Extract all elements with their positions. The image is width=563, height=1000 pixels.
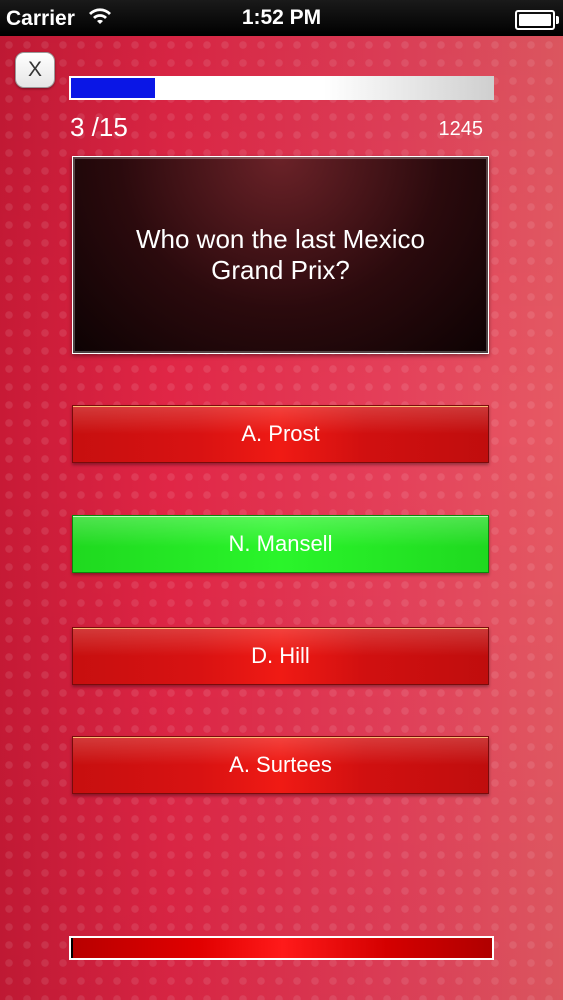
status-time: 1:52 PM — [241, 6, 322, 29]
quiz-progress-fill — [71, 78, 156, 98]
question-card: Who won the last Mexico Grand Prix? — [72, 156, 489, 354]
question-text: Who won the last Mexico Grand Prix? — [135, 224, 425, 285]
battery-icon — [515, 10, 559, 30]
close-button[interactable]: X — [15, 52, 55, 88]
answer-button-a[interactable]: A. Prost — [72, 405, 489, 463]
answer-label: A. Prost — [241, 421, 320, 446]
quiz-screen: X 3 /15 1245 Who won the last Mexico Gra… — [0, 36, 563, 1000]
status-bar: Carrier 1:52 PM — [0, 0, 563, 36]
timer-bar — [69, 936, 494, 960]
answer-label: N. Mansell — [228, 531, 333, 556]
answer-button-c[interactable]: D. Hill — [72, 627, 489, 685]
answer-button-b[interactable]: N. Mansell — [72, 515, 489, 573]
quiz-progress-bar — [69, 76, 494, 100]
answer-button-d[interactable]: A. Surtees — [72, 736, 489, 794]
timer-fill — [71, 938, 492, 958]
question-counter: 3 /15 — [70, 112, 128, 142]
score-value: 1245 — [438, 118, 484, 140]
answer-label: D. Hill — [251, 643, 310, 668]
answer-label: A. Surtees — [229, 752, 332, 777]
